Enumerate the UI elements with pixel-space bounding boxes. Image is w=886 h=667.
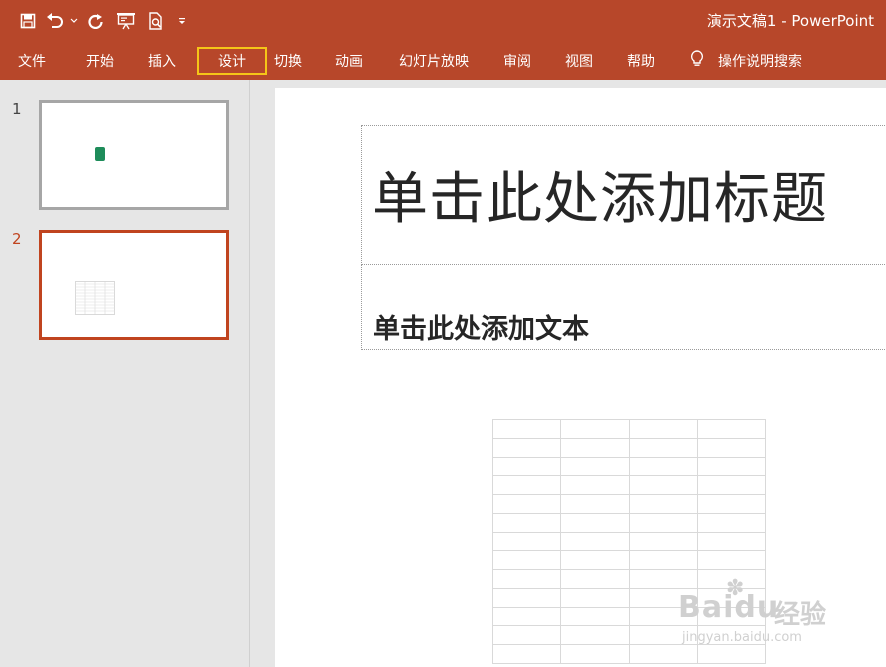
table-cell[interactable]: [491, 475, 562, 496]
table-cell[interactable]: [696, 512, 767, 533]
body-placeholder[interactable]: 单击此处添加文本: [361, 264, 886, 350]
table-cell[interactable]: [628, 494, 698, 514]
table-cell[interactable]: [560, 550, 630, 571]
tab-animations[interactable]: 动画: [325, 47, 373, 75]
table-cell[interactable]: [560, 625, 630, 646]
slide-thumbnail-1[interactable]: [39, 100, 229, 210]
table-cell[interactable]: [491, 606, 562, 627]
table-cell[interactable]: [491, 550, 562, 571]
table-row: [491, 531, 767, 552]
table-cell[interactable]: [491, 437, 562, 458]
watermark-url: jingyan.baidu.com: [682, 630, 802, 645]
table-row: [491, 456, 767, 477]
body-placeholder-text: 单击此处添加文本: [373, 314, 589, 345]
tell-me-search[interactable]: 操作说明搜索: [690, 47, 802, 75]
table-cell[interactable]: [560, 494, 630, 514]
quick-access-toolbar: [14, 7, 194, 35]
table-cell[interactable]: [628, 531, 698, 552]
table-cell[interactable]: [491, 531, 562, 552]
watermark-product: 经验: [774, 600, 827, 630]
watermark-brand: Baidu: [678, 590, 780, 625]
table-row: [491, 494, 767, 514]
tab-file[interactable]: 文件: [8, 47, 56, 75]
table-cell[interactable]: [628, 475, 698, 496]
table-cell[interactable]: [696, 437, 767, 458]
table-cell[interactable]: [491, 644, 562, 664]
tab-help[interactable]: 帮助: [617, 47, 665, 75]
lightbulb-icon: [690, 50, 718, 72]
thumbnail-shape: [95, 147, 105, 161]
tab-view[interactable]: 视图: [555, 47, 603, 75]
table-cell[interactable]: [560, 475, 630, 496]
baidu-jingyan-watermark: ✽ Baidu 经验 jingyan.baidu.com: [678, 572, 838, 652]
tab-review[interactable]: 审阅: [493, 47, 541, 75]
title-placeholder-text: 单击此处添加标题: [372, 167, 828, 232]
thumbnail-table: [75, 281, 115, 315]
slide-number-2: 2: [12, 230, 22, 248]
table-row: [491, 437, 767, 458]
table-cell[interactable]: [560, 569, 630, 589]
table-row: [491, 475, 767, 496]
redo-icon[interactable]: [82, 7, 110, 35]
table-cell[interactable]: [696, 475, 767, 496]
tab-design[interactable]: 设计: [197, 47, 267, 75]
table-cell[interactable]: [491, 512, 562, 533]
table-cell[interactable]: [628, 456, 698, 477]
table-cell[interactable]: [560, 587, 630, 608]
table-cell[interactable]: [628, 419, 698, 439]
table-cell[interactable]: [696, 456, 767, 477]
slide-number-1: 1: [12, 100, 22, 118]
print-preview-icon[interactable]: [142, 7, 170, 35]
table-row: [491, 550, 767, 571]
tab-insert[interactable]: 插入: [138, 47, 186, 75]
table-cell[interactable]: [628, 437, 698, 458]
table-cell[interactable]: [696, 550, 767, 571]
table-cell[interactable]: [491, 587, 562, 608]
table-cell[interactable]: [696, 419, 767, 439]
undo-icon[interactable]: [44, 7, 66, 35]
chevron-down-icon[interactable]: [68, 7, 80, 35]
table-cell[interactable]: [560, 606, 630, 627]
table-cell[interactable]: [560, 644, 630, 664]
tab-slideshow[interactable]: 幻灯片放映: [389, 47, 479, 75]
tab-home[interactable]: 开始: [76, 47, 124, 75]
table-cell[interactable]: [491, 494, 562, 514]
title-placeholder[interactable]: 单击此处添加标题: [361, 125, 886, 265]
table-cell[interactable]: [491, 569, 562, 589]
table-cell[interactable]: [628, 512, 698, 533]
title-bar: 演示文稿1 - PowerPoint: [0, 0, 886, 42]
table-cell[interactable]: [628, 550, 698, 571]
table-cell[interactable]: [696, 531, 767, 552]
save-icon[interactable]: [14, 7, 42, 35]
slide-thumbnail-pane: 1 2: [0, 80, 250, 667]
customize-qat-icon[interactable]: [172, 7, 192, 35]
table-cell[interactable]: [560, 531, 630, 552]
table-cell[interactable]: [491, 625, 562, 646]
table-row: [491, 419, 767, 439]
tell-me-label: 操作说明搜索: [718, 54, 802, 70]
table-cell[interactable]: [491, 419, 562, 439]
table-cell[interactable]: [491, 456, 562, 477]
table-cell[interactable]: [560, 437, 630, 458]
table-cell[interactable]: [560, 456, 630, 477]
table-row: [491, 512, 767, 533]
slide-thumbnail-2[interactable]: [39, 230, 229, 340]
ribbon-tab-bar: 文件 开始 插入 设计 切换 动画 幻灯片放映 审阅 视图 帮助 操作说明搜索: [0, 42, 886, 80]
table-cell[interactable]: [560, 419, 630, 439]
present-from-start-icon[interactable]: [112, 7, 140, 35]
window-title: 演示文稿1 - PowerPoint: [706, 12, 874, 30]
tab-transitions[interactable]: 切换: [264, 47, 312, 75]
table-cell[interactable]: [696, 494, 767, 514]
table-cell[interactable]: [560, 512, 630, 533]
